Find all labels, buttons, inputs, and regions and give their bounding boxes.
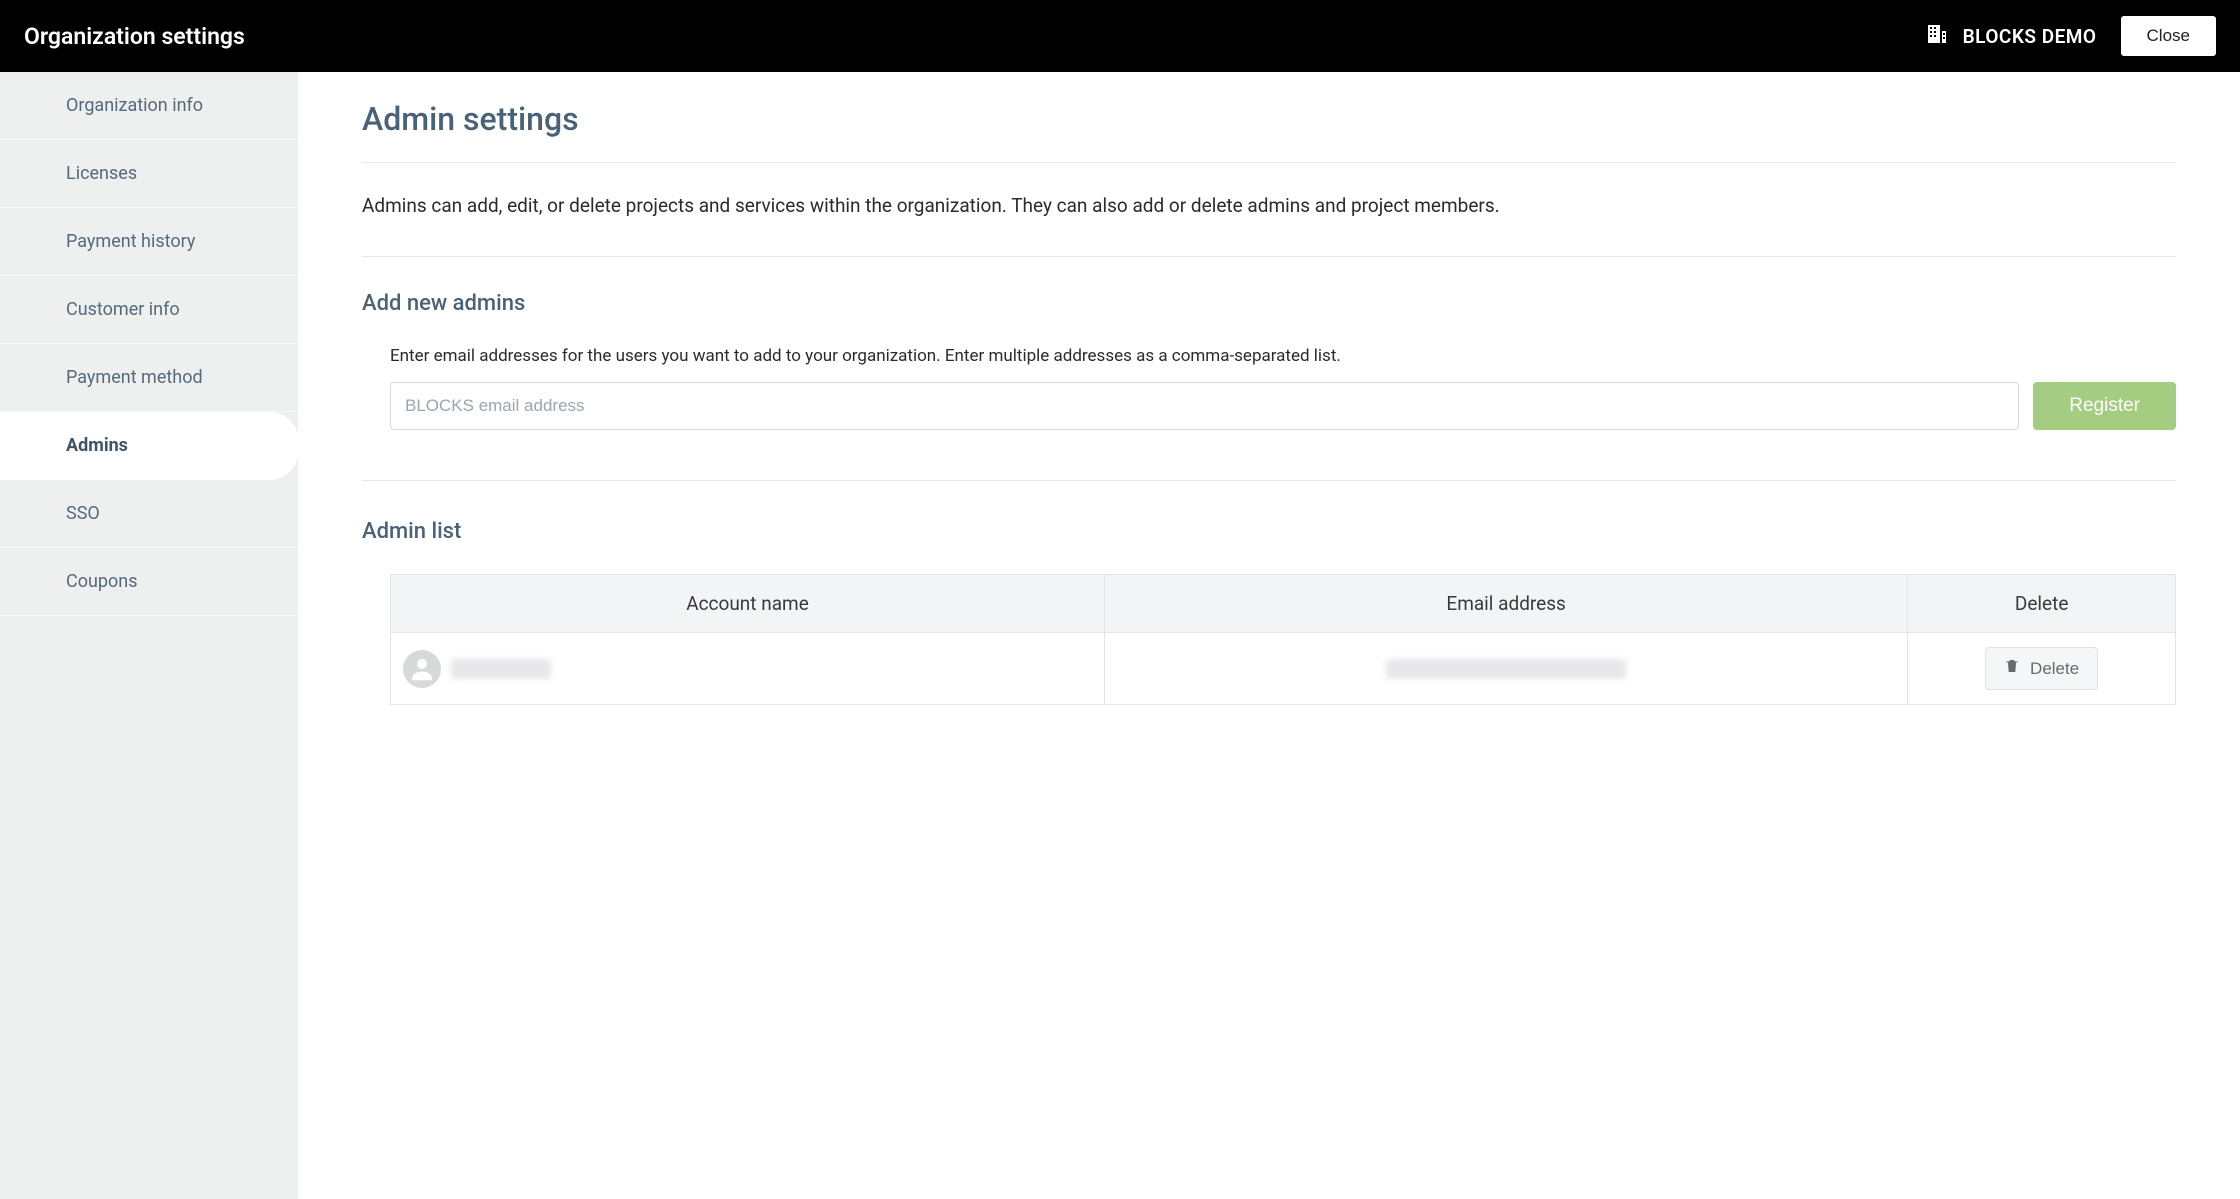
page-title: Admin settings <box>362 100 2176 163</box>
add-admins-block: Enter email addresses for the users you … <box>362 346 2176 481</box>
main-content: Admin settings Admins can add, edit, or … <box>298 72 2240 1199</box>
sidebar-item-customer-info[interactable]: Customer info <box>0 276 298 344</box>
header-right: BLOCKS DEMO Close <box>1925 16 2216 56</box>
register-button[interactable]: Register <box>2033 382 2176 430</box>
admin-list-heading: Admin list <box>362 519 2176 544</box>
sidebar-item-admins[interactable]: Admins <box>0 412 299 480</box>
email-input[interactable] <box>390 382 2019 430</box>
building-icon <box>1925 22 1949 50</box>
th-delete: Delete <box>1908 575 2176 633</box>
org-block[interactable]: BLOCKS DEMO <box>1925 22 2097 50</box>
delete-button[interactable]: Delete <box>1985 647 2098 690</box>
header-bar: Organization settings BLOCKS DEMO Close <box>0 0 2240 72</box>
add-instruction: Enter email addresses for the users you … <box>390 346 2176 366</box>
sidebar-item-sso[interactable]: SSO <box>0 480 298 548</box>
avatar <box>403 650 441 688</box>
add-admins-heading: Add new admins <box>362 291 2176 316</box>
admin-table: Account name Email address Delete <box>390 574 2176 705</box>
close-button[interactable]: Close <box>2121 16 2216 56</box>
sidebar-item-payment-history[interactable]: Payment history <box>0 208 298 276</box>
sidebar-item-licenses[interactable]: Licenses <box>0 140 298 208</box>
header-title: Organization settings <box>24 23 245 50</box>
org-name: BLOCKS DEMO <box>1963 25 2097 48</box>
sidebar: Organization info Licenses Payment histo… <box>0 72 298 1199</box>
sidebar-item-organization-info[interactable]: Organization info <box>0 72 298 140</box>
trash-icon <box>2004 657 2020 680</box>
delete-label: Delete <box>2030 659 2079 679</box>
page-description: Admins can add, edit, or delete projects… <box>362 191 2176 257</box>
email-cell <box>1386 659 1626 679</box>
account-name-cell <box>451 659 551 679</box>
sidebar-item-coupons[interactable]: Coupons <box>0 548 298 616</box>
th-email-address: Email address <box>1105 575 1908 633</box>
th-account-name: Account name <box>391 575 1105 633</box>
table-row: Delete <box>391 633 2176 705</box>
sidebar-item-payment-method[interactable]: Payment method <box>0 344 298 412</box>
